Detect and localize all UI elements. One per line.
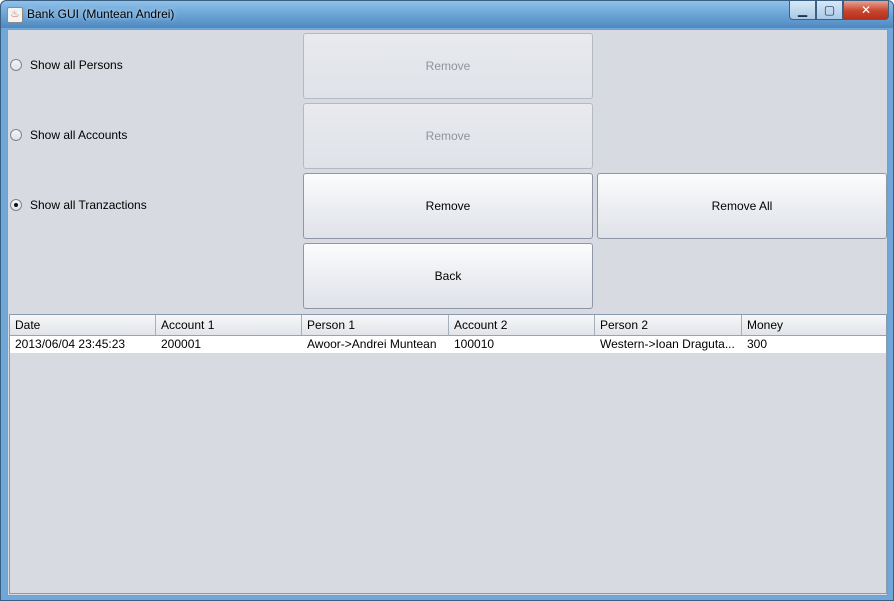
window-title: Bank GUI (Muntean Andrei): [27, 7, 175, 21]
table-header: Date Account 1 Person 1 Account 2 Person…: [10, 315, 886, 336]
minimize-button[interactable]: ▁: [789, 1, 816, 20]
radio-button[interactable]: [10, 59, 22, 71]
maximize-button[interactable]: ▢: [816, 1, 843, 20]
back-button[interactable]: Back: [303, 243, 593, 309]
app-window: ♨ Bank GUI (Muntean Andrei) ▁ ▢ ✕ Show a…: [0, 0, 894, 601]
cell-person-2[interactable]: Western->Ioan Draguta...: [595, 336, 742, 353]
column-header-account-2[interactable]: Account 2: [449, 315, 595, 335]
table-row[interactable]: 2013/06/04 23:45:23 200001 Awoor->Andrei…: [10, 336, 886, 353]
cell-money[interactable]: 300: [742, 336, 886, 353]
column-header-person-2[interactable]: Person 2: [595, 315, 742, 335]
radio-button[interactable]: [10, 199, 22, 211]
column-header-person-1[interactable]: Person 1: [302, 315, 449, 335]
title-bar[interactable]: ♨ Bank GUI (Muntean Andrei) ▁ ▢ ✕: [1, 1, 893, 28]
column-header-account-1[interactable]: Account 1: [156, 315, 302, 335]
remove-accounts-button[interactable]: Remove: [303, 103, 593, 169]
close-button[interactable]: ✕: [843, 1, 889, 20]
cell-date[interactable]: 2013/06/04 23:45:23: [10, 336, 156, 353]
minimize-icon: ▁: [797, 3, 808, 17]
remove-persons-button[interactable]: Remove: [303, 33, 593, 99]
column-header-money[interactable]: Money: [742, 315, 886, 335]
remove-tranzactions-button[interactable]: Remove: [303, 173, 593, 239]
close-icon: ✕: [860, 3, 872, 17]
maximize-icon: ▢: [823, 3, 836, 17]
main-panel: Show all Persons Show all Accounts Show …: [7, 29, 888, 596]
cell-account-1[interactable]: 200001: [156, 336, 302, 353]
cell-account-2[interactable]: 100010: [449, 336, 595, 353]
tranzactions-table: Date Account 1 Person 1 Account 2 Person…: [9, 314, 887, 594]
radio-label: Show all Tranzactions: [30, 198, 147, 212]
radio-label: Show all Accounts: [30, 128, 128, 142]
radio-label: Show all Persons: [30, 58, 123, 72]
column-header-date[interactable]: Date: [10, 315, 156, 335]
cell-person-1[interactable]: Awoor->Andrei Muntean: [302, 336, 449, 353]
remove-all-button[interactable]: Remove All: [597, 173, 887, 239]
radio-button[interactable]: [10, 129, 22, 141]
java-cup-icon: ♨: [7, 7, 23, 23]
